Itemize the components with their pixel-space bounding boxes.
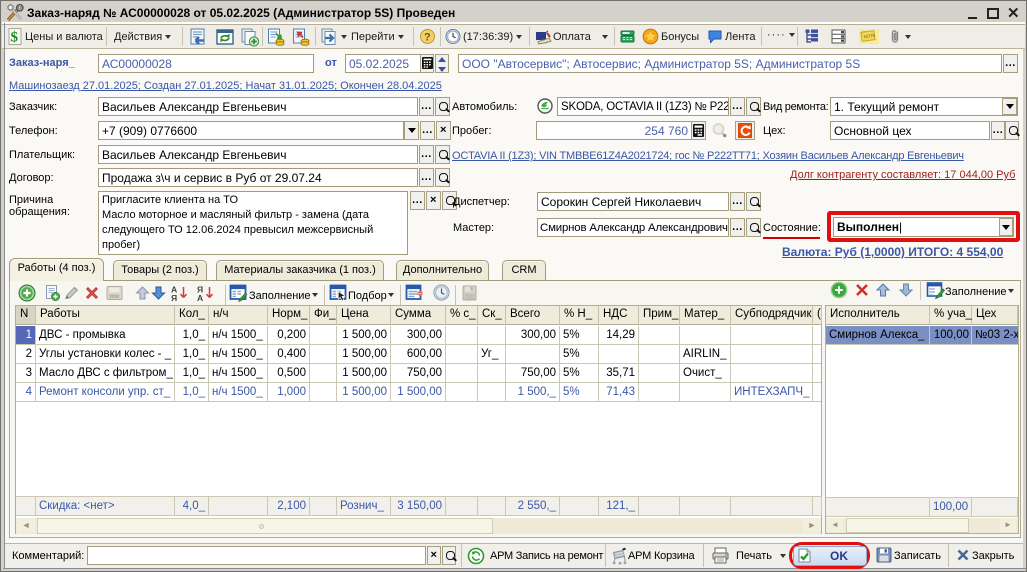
svg-text:ГОК: ГОК [110,294,119,299]
svg-text:$: $ [11,30,19,46]
svg-text:А: А [197,293,203,302]
svg-text:Я: Я [171,293,177,302]
svg-text:?: ? [424,32,431,44]
